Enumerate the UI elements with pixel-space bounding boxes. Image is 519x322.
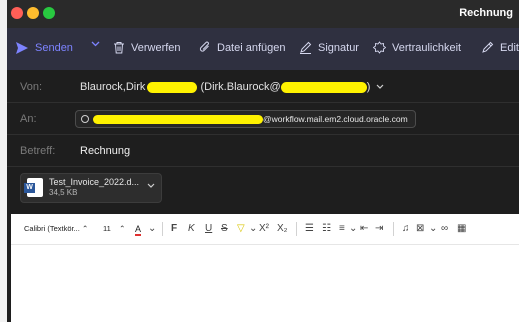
recipient-chip[interactable]: @workflow.mail.em2.cloud.oracle.com xyxy=(75,110,416,128)
divider xyxy=(393,222,394,236)
divider xyxy=(162,222,163,236)
subscript-icon[interactable]: X₂ xyxy=(277,223,288,235)
font-family-value: Calibri (Textkör... xyxy=(24,224,80,233)
underline-button[interactable]: U xyxy=(205,223,212,235)
from-row: Von: Blaurock,Dirk (Dirk.Blaurock@) xyxy=(7,72,519,103)
minimize-window-button[interactable] xyxy=(27,7,39,19)
attachment-name: Test_Invoice_2022.d... xyxy=(49,177,140,187)
window-title: Rechnung xyxy=(459,7,513,19)
title-bar: Rechnung xyxy=(7,0,519,28)
italic-button[interactable]: K xyxy=(188,223,195,235)
attachment-chip[interactable]: W Test_Invoice_2022.d... 34,5 KB xyxy=(20,173,162,203)
outdent-icon[interactable]: ⇤ xyxy=(360,223,368,235)
from-email-prefix: (Dirk.Blaurock@ xyxy=(200,81,281,93)
send-label: Senden xyxy=(35,42,73,54)
recipient-address: @workflow.mail.em2.cloud.oracle.com xyxy=(263,114,408,124)
image-icon[interactable]: ⊠ xyxy=(416,223,424,235)
send-button[interactable]: Senden xyxy=(15,41,73,55)
chevron-down-icon[interactable] xyxy=(147,183,155,189)
bold-button[interactable]: F xyxy=(171,223,177,235)
signature-button[interactable]: Signatur xyxy=(299,41,359,54)
confidentiality-button[interactable]: Vertraulichkeit xyxy=(373,41,461,54)
highlight-icon[interactable]: ▽ xyxy=(237,223,245,235)
seal-icon xyxy=(373,41,386,54)
attach-file-button[interactable]: Datei anfügen xyxy=(199,41,286,54)
close-window-button[interactable] xyxy=(11,7,23,19)
dictate-icon[interactable]: ♫ xyxy=(402,223,410,235)
word-document-icon: W xyxy=(24,178,43,197)
compose-toolbar: Senden Verwerfen Datei anfügen Signatur … xyxy=(7,28,519,70)
send-options-button[interactable] xyxy=(91,41,100,47)
trash-icon xyxy=(114,42,124,54)
message-body[interactable] xyxy=(11,245,519,322)
editor-label: Edito xyxy=(500,41,519,54)
recipient-status-icon xyxy=(81,115,89,123)
font-color-button[interactable]: A xyxy=(135,223,142,236)
align-icon[interactable]: ≡ xyxy=(339,223,345,235)
attachment-size: 34,5 KB xyxy=(49,188,78,197)
mail-compose-window: Rechnung Senden Verwerfen Datei anfügen … xyxy=(7,0,519,322)
attach-file-label: Datei anfügen xyxy=(217,41,286,54)
to-label: An: xyxy=(20,113,37,125)
chevron-down-icon[interactable]: ⌄ xyxy=(249,223,257,235)
signature-pen-icon xyxy=(300,41,312,54)
subject-label: Betreff: xyxy=(20,145,56,157)
subject-row: Betreff: Rechnung xyxy=(7,136,519,167)
chevron-down-icon[interactable]: ⌄ xyxy=(349,223,357,235)
editor-button[interactable]: Edito xyxy=(481,41,519,54)
superscript-icon[interactable]: X² xyxy=(259,223,269,235)
strikethrough-button[interactable]: S xyxy=(221,223,228,235)
from-label: Von: xyxy=(20,81,43,93)
discard-label: Verwerfen xyxy=(131,41,181,54)
signature-label: Signatur xyxy=(318,41,359,54)
indent-icon[interactable]: ⇥ xyxy=(375,223,383,235)
editor-pen-icon xyxy=(482,41,494,53)
chevron-down-icon[interactable]: ⌄ xyxy=(148,223,156,235)
chevron-down-icon[interactable]: ⌄ xyxy=(429,223,437,235)
message-composer: Calibri (Textkör... ⌃ 11 ⌃ A ⌄ F K U S ▽… xyxy=(11,214,519,322)
bullet-list-icon[interactable]: ☰ xyxy=(305,223,314,235)
from-name: Blaurock,Dirk xyxy=(80,81,146,93)
redaction-mark xyxy=(280,81,367,93)
divider xyxy=(296,222,297,236)
discard-button[interactable]: Verwerfen xyxy=(113,41,181,54)
from-account-selector[interactable]: Blaurock,Dirk (Dirk.Blaurock@) xyxy=(80,81,384,93)
formatting-toolbar: Calibri (Textkör... ⌃ 11 ⌃ A ⌄ F K U S ▽… xyxy=(11,214,519,245)
from-email-suffix: ) xyxy=(366,81,371,93)
send-icon xyxy=(16,42,28,54)
link-icon[interactable]: ∞ xyxy=(441,223,448,235)
table-icon[interactable]: ▦ xyxy=(457,223,466,235)
confidentiality-label: Vertraulichkeit xyxy=(392,41,462,54)
chevron-down-icon xyxy=(91,41,100,47)
to-row: An: @workflow.mail.em2.cloud.oracle.com xyxy=(7,104,519,135)
font-size-value: 11 xyxy=(103,224,111,233)
redaction-mark xyxy=(147,81,198,93)
numbered-list-icon[interactable]: ☷ xyxy=(322,223,331,235)
font-size-select[interactable]: 11 ⌃ xyxy=(103,224,125,233)
paperclip-icon xyxy=(199,41,209,52)
redaction-mark xyxy=(93,114,263,124)
chevron-down-icon xyxy=(377,84,384,89)
subject-input[interactable]: Rechnung xyxy=(80,145,130,157)
zoom-window-button[interactable] xyxy=(43,7,55,19)
font-family-select[interactable]: Calibri (Textkör... ⌃ xyxy=(24,224,88,233)
